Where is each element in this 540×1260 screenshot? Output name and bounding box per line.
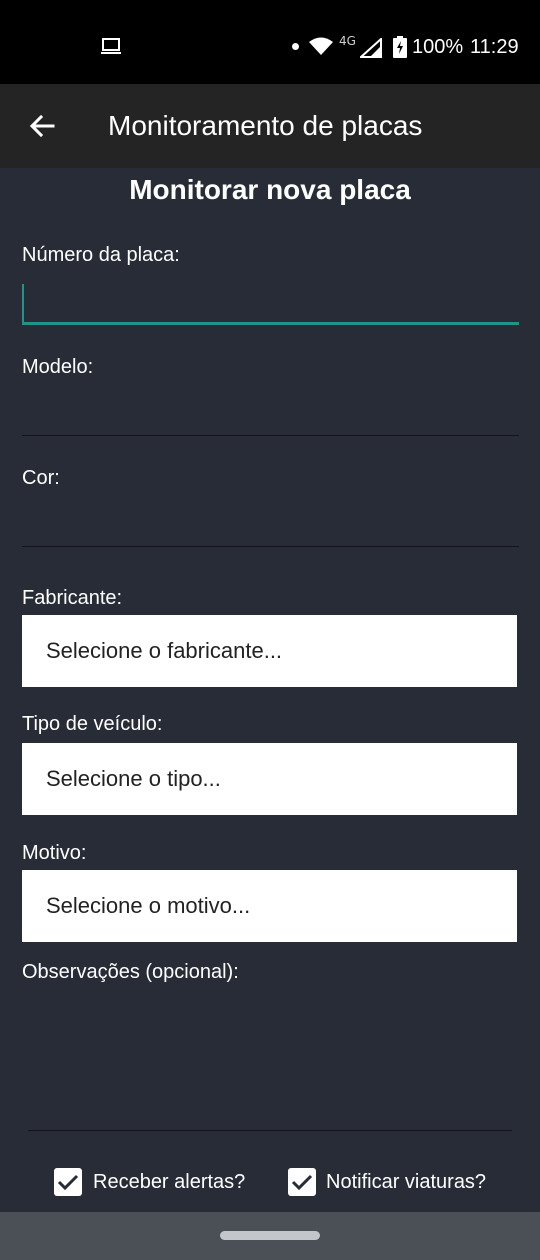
- reason-select[interactable]: Selecione o motivo...: [22, 870, 517, 942]
- vehicle-type-select[interactable]: Selecione o tipo...: [22, 743, 517, 815]
- page-title: Monitoramento de placas: [108, 110, 423, 141]
- wifi-icon: [309, 37, 333, 55]
- check-icon: [57, 1174, 79, 1191]
- text-cursor: [22, 284, 24, 322]
- color-underline: [22, 546, 519, 547]
- manufacturer-select[interactable]: Selecione o fabricante...: [22, 615, 517, 687]
- reason-label: Motivo:: [22, 842, 87, 864]
- model-label: Modelo:: [22, 356, 94, 378]
- app-bar: Monitoramento de placas: [0, 84, 540, 168]
- signal-icon: [360, 38, 382, 58]
- navigation-bar: [0, 1212, 540, 1260]
- arrow-left-icon: [29, 114, 55, 138]
- plate-number-label: Número da placa:: [22, 244, 180, 266]
- notes-underline: [28, 1130, 512, 1131]
- form-title: Monitorar nova placa: [129, 174, 411, 205]
- laptop-icon: [101, 38, 121, 54]
- receive-alerts-label[interactable]: Receber alertas?: [93, 1171, 245, 1194]
- status-bar: 4G 100% 11:29: [0, 0, 540, 84]
- vehicle-type-select-value: Selecione o tipo...: [46, 766, 221, 791]
- model-input[interactable]: [22, 385, 519, 435]
- receive-alerts-checkbox[interactable]: [54, 1168, 82, 1196]
- back-button[interactable]: [24, 108, 60, 144]
- home-gesture-handle[interactable]: [220, 1231, 320, 1240]
- plate-number-input[interactable]: [22, 276, 519, 326]
- plate-number-underline: [22, 322, 519, 325]
- notify-units-checkbox[interactable]: [288, 1168, 316, 1196]
- color-input[interactable]: [22, 496, 519, 546]
- reason-select-value: Selecione o motivo...: [46, 893, 251, 918]
- vehicle-type-label: Tipo de veículo:: [22, 713, 163, 735]
- notification-dot-icon: [292, 43, 299, 50]
- notes-input[interactable]: [22, 994, 517, 1124]
- manufacturer-select-value: Selecione o fabricante...: [46, 638, 283, 663]
- check-icon: [291, 1174, 313, 1191]
- notify-units-label[interactable]: Notificar viaturas?: [326, 1171, 486, 1194]
- battery-percentage: 100%: [412, 36, 464, 58]
- notes-label: Observações (opcional):: [22, 961, 239, 983]
- network-type: 4G: [339, 34, 356, 48]
- model-underline: [22, 435, 519, 436]
- manufacturer-label: Fabricante:: [22, 587, 123, 609]
- status-clock: 11:29: [470, 36, 519, 58]
- battery-charging-icon: [393, 36, 407, 58]
- color-label: Cor:: [22, 467, 60, 489]
